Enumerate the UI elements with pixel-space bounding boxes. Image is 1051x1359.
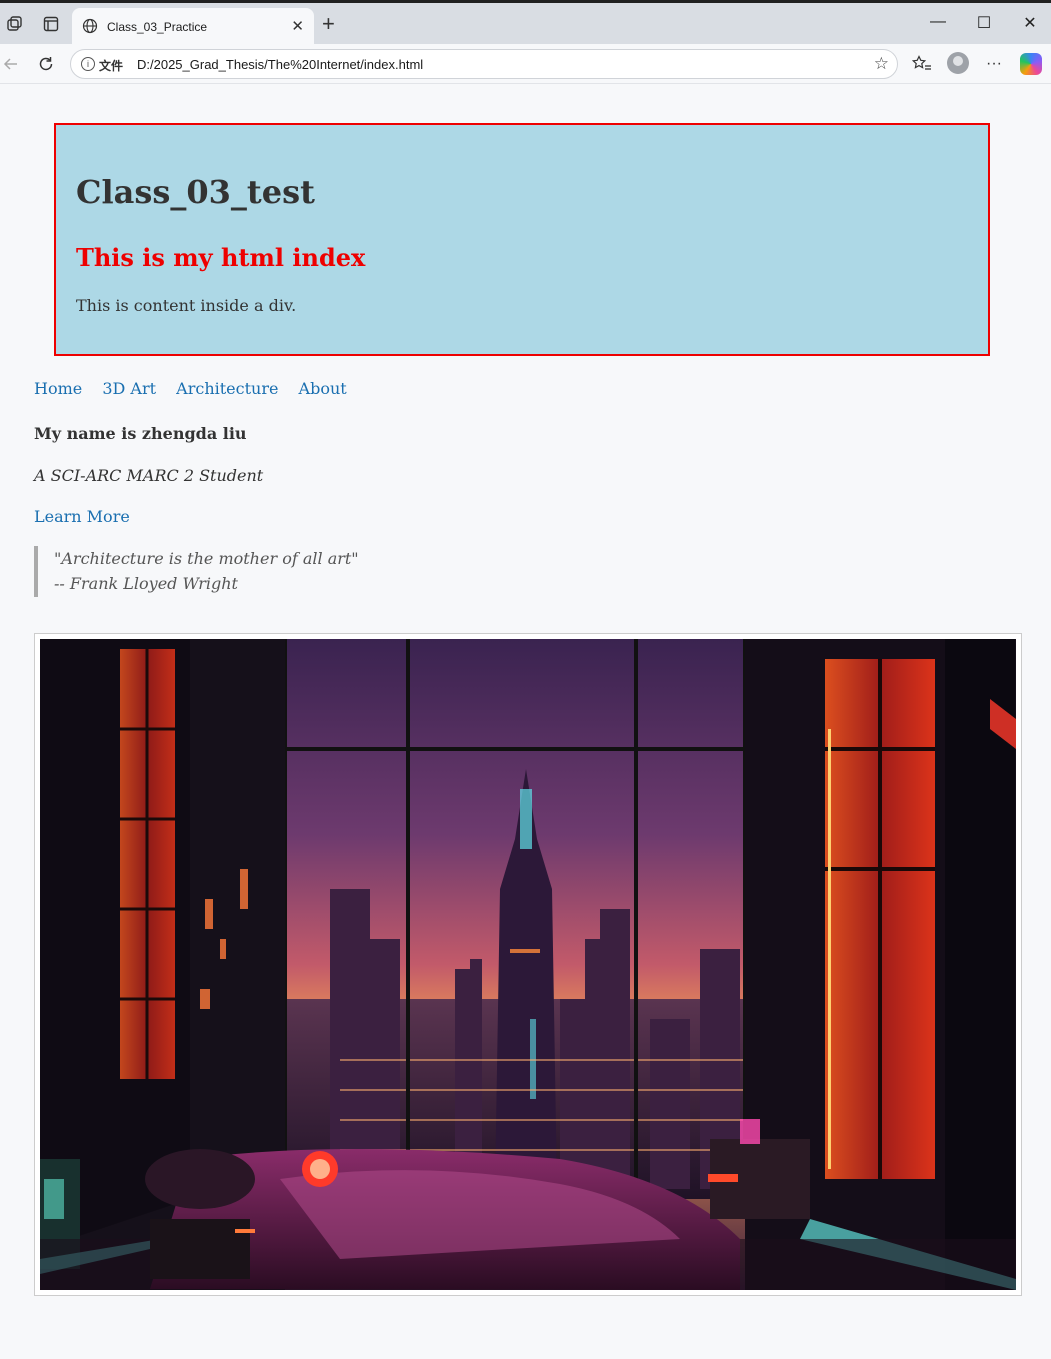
nav-link-architecture[interactable]: Architecture: [176, 379, 278, 398]
url-text[interactable]: D:/2025_Grad_Thesis/The%20Internet/index…: [137, 57, 423, 72]
copilot-icon[interactable]: [1020, 53, 1042, 75]
more-menu-icon[interactable]: ···: [983, 53, 1005, 75]
tab-close-button[interactable]: ✕: [291, 17, 304, 35]
hero-box: Class_03_test This is my html index This…: [54, 123, 990, 356]
cityscape-illustration: [40, 639, 1016, 1290]
globe-icon: [82, 18, 98, 37]
window-close-button[interactable]: ✕: [1010, 13, 1050, 37]
page-subtitle: This is my html index: [76, 243, 366, 272]
favorite-star-icon[interactable]: ☆: [874, 54, 889, 74]
nav-link-about[interactable]: About: [299, 379, 347, 398]
address-bar[interactable]: i 文件 D:/2025_Grad_Thesis/The%20Internet/…: [70, 49, 898, 79]
tab-title: Class_03_Practice: [107, 20, 208, 34]
refresh-icon[interactable]: [35, 53, 57, 75]
nav-link-home[interactable]: Home: [34, 379, 82, 398]
browser-tab-bar: Class_03_Practice ✕ + — ☐ ✕: [0, 0, 1051, 44]
quote-author: -- Frank Lloyed Wright: [54, 574, 238, 593]
profile-role: A SCI-ARC MARC 2 Student: [34, 466, 264, 485]
minimize-button[interactable]: —: [918, 13, 958, 37]
favorites-icon[interactable]: [911, 53, 933, 75]
hero-content-text: This is content inside a div.: [76, 296, 297, 315]
quote-block: "Architecture is the mother of all art" …: [34, 546, 359, 597]
maximize-button[interactable]: ☐: [964, 13, 1004, 37]
profile-avatar-icon[interactable]: [947, 52, 969, 74]
browser-toolbar: i 文件 D:/2025_Grad_Thesis/The%20Internet/…: [0, 44, 1051, 84]
file-badge[interactable]: 文件: [99, 57, 123, 74]
workspaces-icon[interactable]: [4, 13, 26, 35]
vertical-tabs-icon[interactable]: [40, 13, 62, 35]
cyberpunk-bedroom-image: [34, 633, 1022, 1296]
site-nav: Home 3D Art Architecture About: [34, 379, 362, 398]
profile-name: My name is zhengda liu: [34, 424, 247, 443]
tab-class-03-practice[interactable]: Class_03_Practice ✕: [72, 8, 314, 44]
page-title: Class_03_test: [76, 173, 315, 211]
new-tab-button[interactable]: +: [322, 13, 335, 35]
quote-text: "Architecture is the mother of all art": [54, 549, 359, 568]
nav-link-3d-art[interactable]: 3D Art: [102, 379, 156, 398]
back-icon[interactable]: [0, 53, 22, 75]
info-icon[interactable]: i: [81, 57, 95, 71]
learn-more-link[interactable]: Learn More: [34, 507, 130, 526]
